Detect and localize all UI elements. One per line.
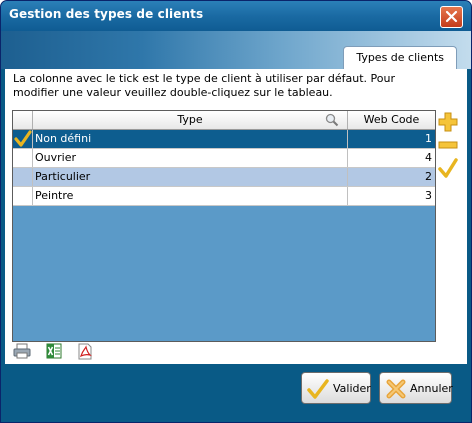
table-row[interactable]: Peintre 3 (13, 187, 435, 206)
default-cell (13, 149, 33, 167)
default-cell (13, 130, 33, 148)
close-icon (445, 10, 458, 23)
add-icon[interactable] (438, 112, 458, 132)
type-cell: Non défini (33, 130, 348, 148)
excel-icon[interactable] (46, 343, 62, 359)
type-cell: Peintre (33, 187, 348, 205)
header-type[interactable]: Type (33, 111, 348, 129)
web-code-cell: 4 (425, 151, 432, 164)
checkmark-icon (307, 379, 329, 399)
table-row[interactable]: Ouvrier 4 (13, 149, 435, 168)
header-web-code[interactable]: Web Code (348, 111, 435, 129)
web-code-cell: 3 (425, 189, 432, 202)
cancel-button-label: Annuler (410, 382, 453, 395)
main-panel: La colonne avec le tick est le type de c… (5, 69, 467, 364)
header-type-label: Type (177, 113, 203, 126)
table-row[interactable]: Non défini 1 (13, 130, 435, 149)
type-cell: Particulier (33, 168, 348, 186)
print-icon[interactable] (13, 343, 31, 359)
dialog-window: Gestion des types de clients Types de cl… (0, 0, 472, 423)
table-row[interactable]: Particulier 2 (13, 168, 435, 187)
close-button[interactable] (440, 6, 463, 28)
header-banner: Types de clients (1, 31, 471, 69)
description-text: La colonne avec le tick est le type de c… (13, 72, 396, 99)
validate-button[interactable]: Valider (301, 372, 371, 404)
cancel-button[interactable]: Annuler (379, 372, 453, 404)
remove-icon[interactable] (438, 139, 458, 151)
default-cell (13, 187, 33, 205)
title-bar[interactable]: Gestion des types de clients (1, 1, 471, 31)
client-types-table[interactable]: Type Web Code Non défini 1 Ouvrier 4 Par… (12, 110, 436, 342)
web-code-cell: 2 (425, 170, 432, 183)
window-title: Gestion des types de clients (9, 7, 204, 21)
checkmark-icon (14, 130, 32, 147)
set-default-icon[interactable] (438, 157, 458, 179)
default-cell (13, 168, 33, 186)
table-header: Type Web Code (13, 111, 435, 130)
type-cell: Ouvrier (33, 149, 348, 167)
search-icon[interactable] (325, 113, 339, 127)
web-code-cell: 1 (425, 132, 432, 145)
tab-types-de-clients[interactable]: Types de clients (343, 46, 457, 69)
validate-button-label: Valider (333, 382, 371, 395)
header-tick-column (13, 111, 33, 129)
cancel-icon (386, 379, 406, 399)
footer-bar: Valider Annuler (1, 364, 471, 422)
pdf-icon[interactable] (77, 343, 93, 360)
